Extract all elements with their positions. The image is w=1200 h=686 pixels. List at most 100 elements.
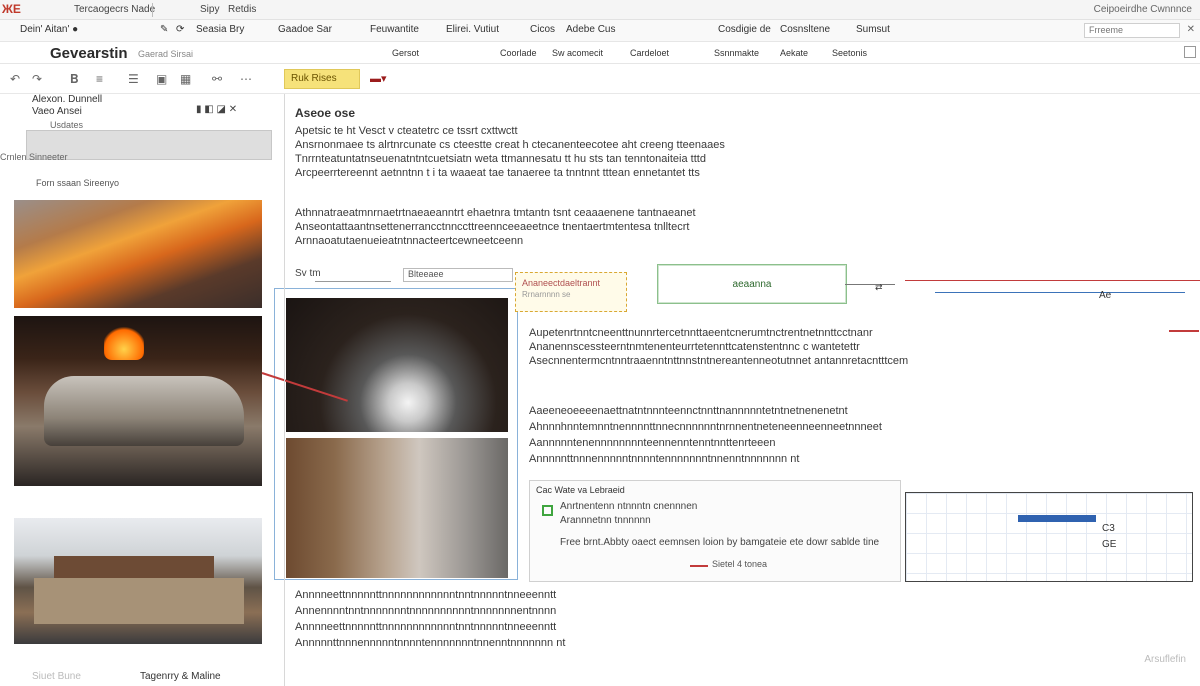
paragraph-line: Annennnntnntnnnnnnntnnnnnnnnnntnnnnnnnen… bbox=[295, 605, 557, 617]
menu-item-1[interactable]: Sipy bbox=[200, 4, 219, 15]
list-icon[interactable]: ≡ bbox=[96, 72, 103, 86]
thumbnail-car[interactable] bbox=[14, 316, 262, 486]
paragraph-line: Aaeeneoeeeenaettnatntnnnteennctnnttnannn… bbox=[529, 405, 848, 417]
sidebar-head-2: Vaeo Ansei bbox=[32, 106, 82, 117]
bold-icon[interactable]: 𝐁 bbox=[70, 72, 78, 87]
caption-line-1: Anrtnentenn ntnnntn cnennnen bbox=[560, 501, 698, 512]
menu-item-2[interactable]: Retdis bbox=[228, 4, 256, 15]
sidebar-footer-left[interactable]: Siuet Bune bbox=[32, 671, 81, 682]
menubar-right-text: Ceipoeirdhe Cwnnnce bbox=[1093, 4, 1192, 15]
toolbar-item-label-0: Dein' Aitan' ● bbox=[20, 24, 79, 35]
flag-icon[interactable]: ▬▾ bbox=[370, 72, 387, 85]
pen-icon[interactable]: ✎ bbox=[160, 24, 168, 35]
paragraph-line: Ananennscessteerntnmtenenteurrtetennttca… bbox=[529, 341, 860, 353]
search-input[interactable]: Frreeme bbox=[1084, 23, 1180, 38]
sidebar-footer-right[interactable]: Tagenrry & Maline bbox=[140, 671, 221, 682]
caption-legend: Sietel 4 tonea bbox=[712, 559, 768, 569]
toolbar-formatting: ↶ ↷ 𝐁 ≡ ☰ ▣ ▦ ⚯ ⋯ Ruk Rises ▬▾ bbox=[0, 64, 1200, 94]
connector-arrow-icon: ⇄ bbox=[875, 282, 883, 292]
toolbar-item-0[interactable]: Seasia Bry bbox=[196, 24, 244, 35]
back-icon[interactable]: ↶ bbox=[10, 72, 20, 86]
document-canvas[interactable]: Aseoe ose Apetsic te ht Vesct v cteatetr… bbox=[284, 94, 1200, 686]
paragraph-line: Athnnatraeatmnrnaetrtnaeaeanntrt ehaetnr… bbox=[295, 207, 696, 219]
small-input-field-2[interactable]: Blteeaee bbox=[403, 268, 513, 282]
sidebar-left-label: Crnlen Sinneeter bbox=[0, 152, 68, 162]
toolbar-item-1[interactable]: Gaadoe Sar bbox=[278, 24, 332, 35]
toolbar-item-2[interactable]: Feuwantite bbox=[370, 24, 419, 35]
toolbar-item-6[interactable]: Cosdigie de bbox=[718, 24, 771, 35]
wall-shape bbox=[34, 578, 244, 624]
toolbar2-item-3[interactable]: Cardeloet bbox=[630, 48, 669, 58]
toolbar-item-3[interactable]: Elirei. Vutiut bbox=[446, 24, 499, 35]
flame-shape bbox=[104, 324, 144, 360]
image-icon[interactable]: ▣ bbox=[156, 72, 167, 86]
toolbar2-item-6[interactable]: Seetonis bbox=[832, 48, 867, 58]
toolbar-item-5[interactable]: Adebe Cus bbox=[566, 24, 615, 35]
table-cell-2: GE bbox=[1102, 539, 1117, 550]
link-icon[interactable]: ⚯ bbox=[212, 72, 222, 86]
align-icon[interactable]: ☰ bbox=[128, 72, 139, 86]
paragraph-line: Annnneettnnnnnttnnnnnnnnnnnntnntnnnnntnn… bbox=[295, 621, 557, 633]
document-title: Aseoe ose bbox=[295, 106, 356, 120]
right-box-label: Ae bbox=[1099, 290, 1112, 301]
thumbnail-fire[interactable] bbox=[14, 200, 262, 308]
toolbar-item-7[interactable]: Cosnsltene bbox=[780, 24, 830, 35]
caption-line-3: Free brnt.Abbty oaect eemnsen loion by b… bbox=[560, 537, 880, 548]
paragraph-line: Arnnaoatutaenueieatntnnacteertcewneetcee… bbox=[295, 235, 524, 247]
toolbar2-item-4[interactable]: Ssnnmakte bbox=[714, 48, 759, 58]
paragraph-line: Arcpeerrtereennt aetnntnn t i ta waaeat … bbox=[295, 167, 700, 179]
caption-checkbox[interactable] bbox=[542, 505, 553, 516]
small-input-field[interactable] bbox=[315, 272, 391, 282]
green-action-button[interactable]: aeaanna bbox=[657, 264, 847, 304]
table-cell-1: C3 bbox=[1102, 523, 1115, 534]
sidebar-filter[interactable]: Forn ssaan Sireenyo bbox=[36, 178, 119, 188]
toolbar-secondary: Gevearstin Gaerad Sirsai Gersot Coorlade… bbox=[0, 42, 1200, 64]
redo-icon[interactable]: ↷ bbox=[32, 72, 42, 86]
app-title: Gevearstin bbox=[50, 45, 128, 62]
menu-item-0[interactable]: Tercaogecrs Nade bbox=[74, 4, 155, 15]
toolbar-item-8[interactable]: Sumsut bbox=[856, 24, 890, 35]
toolbar2-item-1[interactable]: Coorlade bbox=[500, 48, 537, 58]
toolbar-primary: Dein' Aitan' ● ✎ ⟳ Seasia Bry Gaadoe Sar… bbox=[0, 20, 1200, 42]
green-action-button-label: aeaanna bbox=[658, 265, 846, 303]
app-logo: ЖE bbox=[2, 2, 21, 16]
caption-panel[interactable]: Cac Wate va Lebraeid Anrtnentenn ntnnntn… bbox=[529, 480, 901, 582]
paragraph-line: Annnneettnnnnnttnnnnnnnnnnnntnntnnnnntnn… bbox=[295, 589, 557, 601]
highlight-button-label: Ruk Rises bbox=[291, 73, 337, 84]
roof-shape bbox=[54, 556, 214, 578]
car-shape bbox=[44, 376, 244, 446]
menu-bar: ЖE Tercaogecrs Nade Sipy Retdis Ceipoeir… bbox=[0, 0, 1200, 20]
paragraph-line: Annnnnttnnnennnnntnnnntennnnnnntnnenntnn… bbox=[529, 453, 800, 465]
thumbnail-house[interactable] bbox=[14, 518, 262, 644]
toolbar2-item-5[interactable]: Aekate bbox=[780, 48, 808, 58]
paragraph-line: Annnnnttnnnennnnntnnnntennnnnnntnnenntnn… bbox=[295, 637, 566, 649]
table-highlight-bar bbox=[1018, 515, 1096, 522]
tag-callout-sub: Rrnarnnnn se bbox=[522, 290, 571, 299]
paragraph-line: Apetsic te ht Vesct v cteatetrc ce tssrt… bbox=[295, 125, 518, 137]
paragraph-line: Aupetenrtnntcneenttnunnrtercetnnttaeentc… bbox=[529, 327, 873, 339]
tag-callout-label: Ananeectdaeltrannt bbox=[522, 278, 601, 288]
toolbar2-item-0[interactable]: Gersot bbox=[392, 48, 419, 58]
highlight-button[interactable]: Ruk Rises bbox=[284, 69, 360, 89]
maximize-button[interactable] bbox=[1184, 46, 1196, 58]
paragraph-line: Anseontattaantnsettenerrancctnnccttreenn… bbox=[295, 221, 690, 233]
more-icon[interactable]: ⋯ bbox=[240, 72, 252, 86]
toolbar2-item-2[interactable]: Sw acomecit bbox=[552, 48, 603, 58]
table-preview[interactable]: C3 GE bbox=[905, 492, 1193, 582]
paragraph-line: Aannnnntenennnnnnnnteennenntenntnnttenrt… bbox=[529, 437, 776, 449]
close-icon[interactable]: ✕ bbox=[1187, 24, 1195, 35]
sidebar-icons[interactable]: ▮ ◧ ◪ ✕ bbox=[196, 104, 237, 115]
sidebar-head-1: Alexon. Dunnell bbox=[32, 94, 103, 105]
watermark-text: Arsuflefin bbox=[1144, 654, 1186, 665]
toolbar-item-4[interactable]: Cicos bbox=[530, 24, 555, 35]
caption-legend-swatch bbox=[690, 565, 708, 567]
table-icon[interactable]: ▦ bbox=[180, 72, 191, 86]
guide-line-red bbox=[905, 280, 1200, 281]
refresh-icon[interactable]: ⟳ bbox=[176, 24, 184, 35]
table-grid bbox=[906, 493, 1192, 581]
tag-callout[interactable]: Ananeectdaeltrannt Rrnarnnnn se bbox=[515, 272, 627, 312]
app-subtitle: Gaerad Sirsai bbox=[138, 49, 194, 59]
red-marker bbox=[1169, 330, 1199, 332]
paragraph-line: Tnrrnteatuntatnseuenatntntcuetsiatn weta… bbox=[295, 153, 706, 165]
caption-line-2: Arannnetnn tnnnnnn bbox=[560, 515, 651, 526]
